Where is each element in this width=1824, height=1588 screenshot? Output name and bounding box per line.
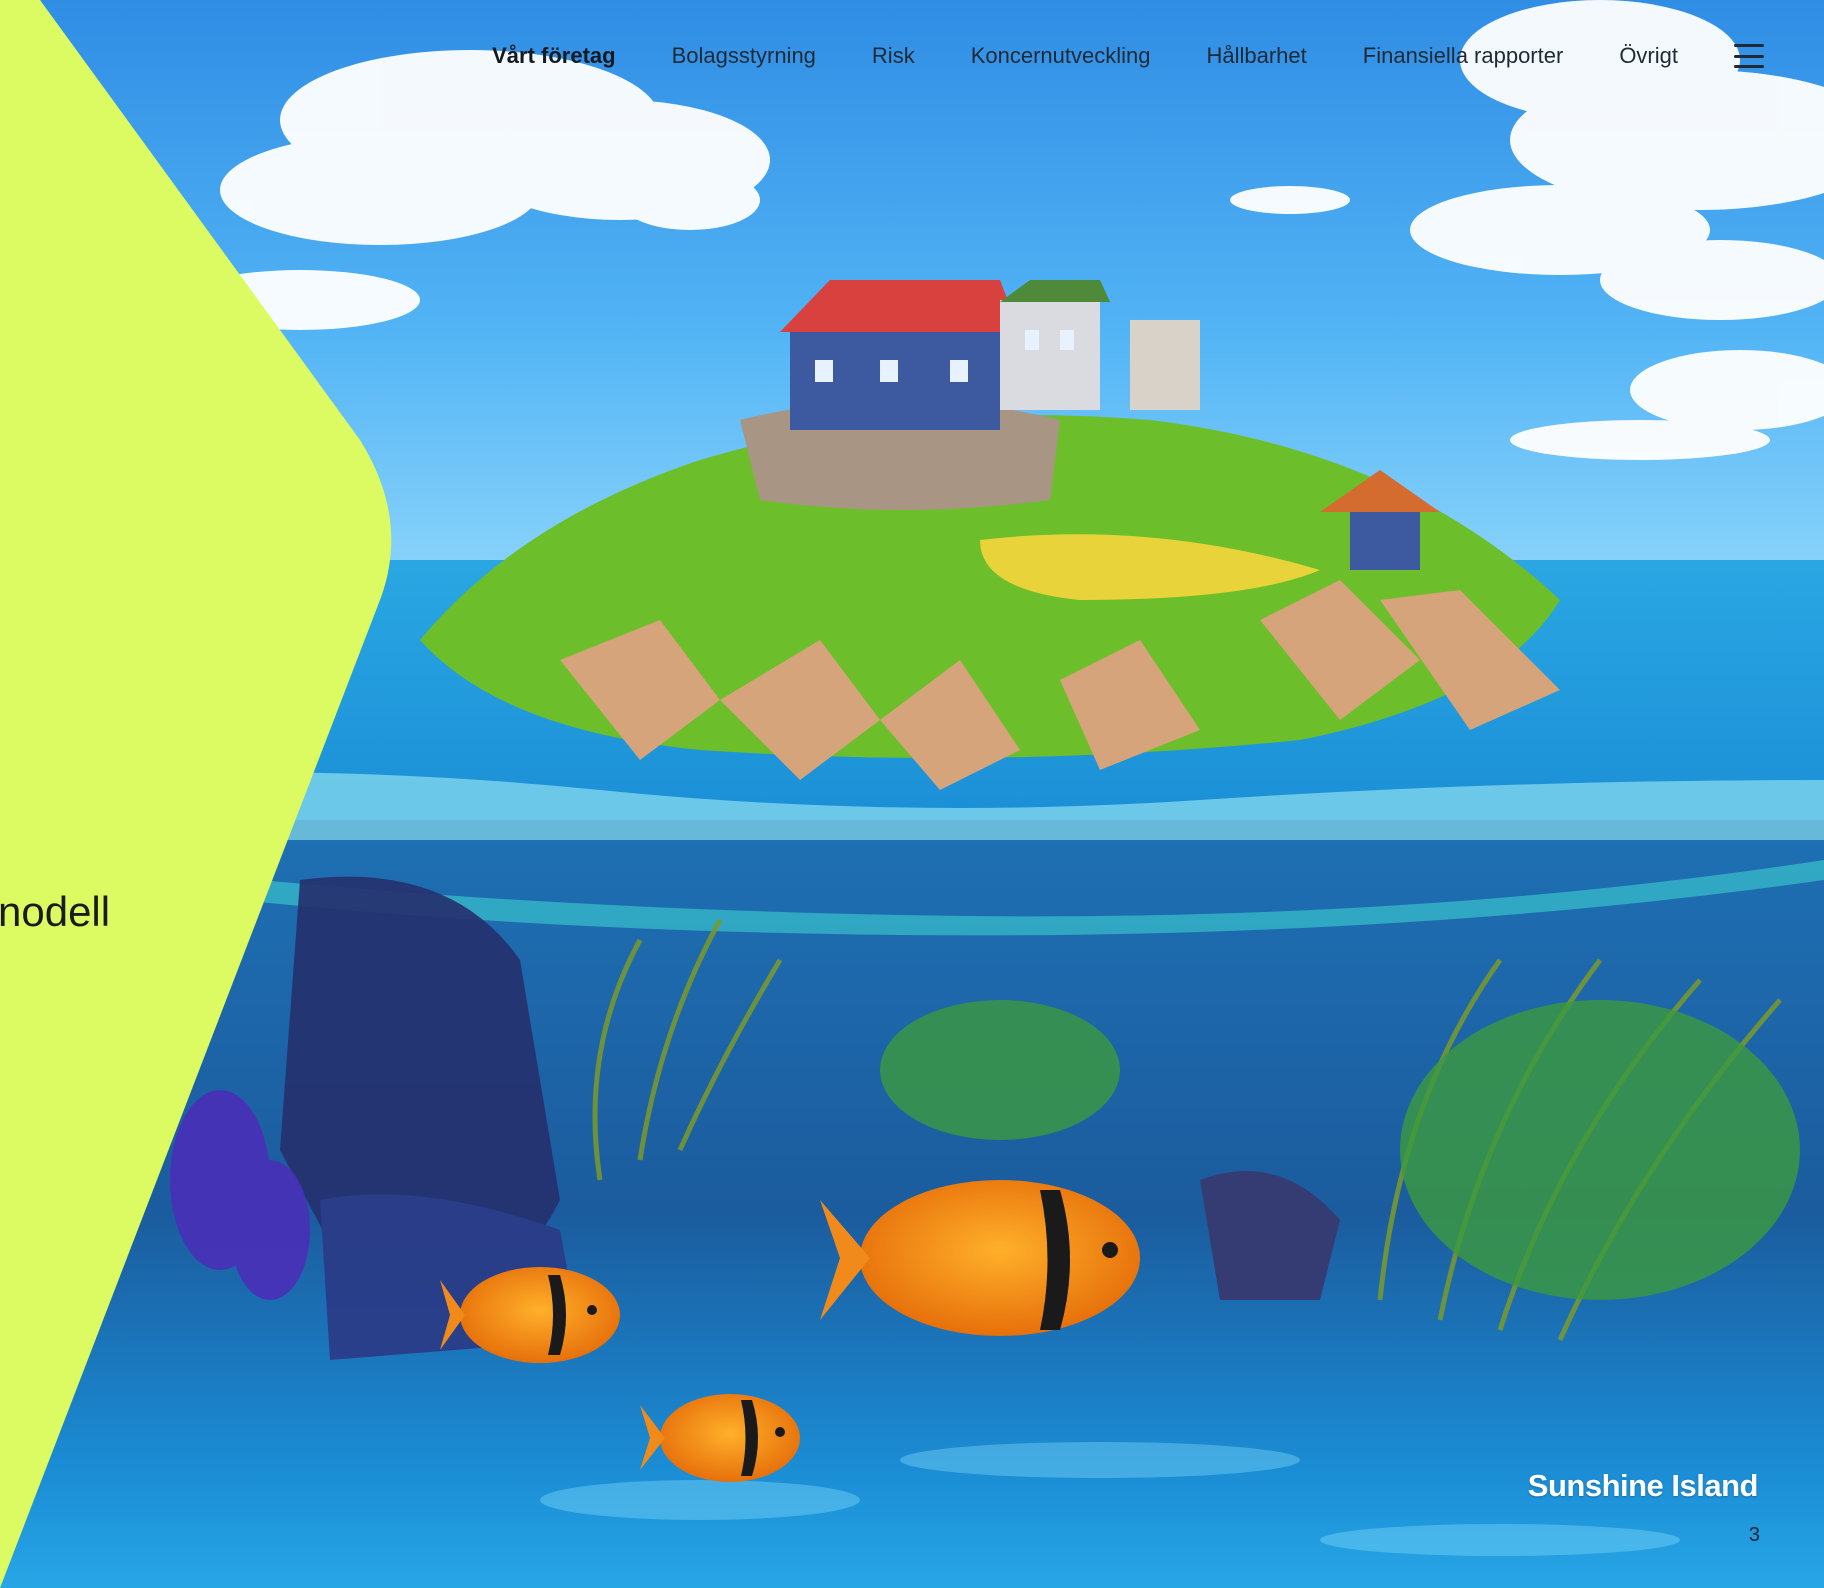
- menu-line: [1734, 65, 1764, 68]
- page-number: 3: [1748, 1524, 1760, 1546]
- nav-item-koncernutveckling[interactable]: Koncernutveckling: [971, 43, 1151, 69]
- nav-item-finansiella-rapporter[interactable]: Finansiella rapporter: [1363, 43, 1564, 69]
- menu-line: [1734, 54, 1764, 58]
- nav-item-bolagsstyrning[interactable]: Bolagsstyrning: [672, 43, 816, 69]
- hamburger-menu-icon[interactable]: [1734, 44, 1764, 68]
- panel-partial-text: nodell: [0, 888, 111, 935]
- hero-caption: Sunshine Island: [1527, 1468, 1759, 1503]
- hero-illustration: [0, 0, 1824, 1588]
- nav-item-ovrigt[interactable]: Övrigt: [1619, 43, 1678, 69]
- top-navigation: Vårt företag Bolagsstyrning Risk Koncern…: [492, 36, 1824, 76]
- nav-item-hallbarhet[interactable]: Hållbarhet: [1206, 43, 1306, 69]
- nav-item-vart-foretag[interactable]: Vårt företag: [492, 43, 615, 69]
- nav-item-risk[interactable]: Risk: [872, 43, 915, 69]
- menu-line: [1734, 44, 1764, 47]
